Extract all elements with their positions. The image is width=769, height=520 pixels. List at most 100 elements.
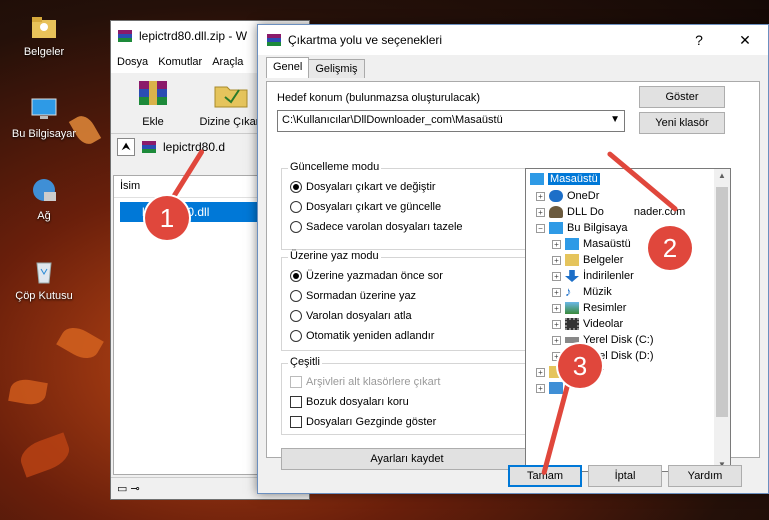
music-icon: ♪: [565, 284, 572, 299]
tree-label: Resimler: [583, 302, 627, 314]
update-option-extract-replace[interactable]: Dosyaları çıkart ve değiştir: [290, 181, 436, 193]
help-dialog-button[interactable]: Yardım: [668, 465, 742, 487]
cancel-button[interactable]: İptal: [588, 465, 662, 487]
desktop-icon-label: Bu Bilgisayar: [11, 128, 77, 140]
expand-icon[interactable]: +: [536, 207, 545, 217]
radio-selected[interactable]: [290, 181, 302, 193]
annotation-badge-3: 3: [558, 344, 602, 388]
add-button[interactable]: Ekle: [121, 77, 185, 129]
expand-icon[interactable]: +: [536, 383, 545, 393]
misc-option-keep-broken[interactable]: Bozuk dosyaları koru: [290, 396, 409, 408]
tree-node-pictures[interactable]: + Resimler: [552, 300, 626, 316]
user-icon: [549, 206, 563, 218]
radio[interactable]: [290, 330, 302, 342]
tree-node-disk-c[interactable]: + Yerel Disk (C:): [552, 332, 654, 348]
tree-label: Videolar: [583, 318, 624, 330]
add-label: Ekle: [142, 116, 164, 128]
expand-icon[interactable]: +: [552, 239, 561, 249]
tree-node-documents[interactable]: + Belgeler: [552, 252, 623, 268]
up-folder-icon[interactable]: ⮝: [117, 137, 135, 156]
destination-label: Hedef konum (bulunmazsa oluşturulacak): [277, 92, 480, 104]
menu-item-commands[interactable]: Komutlar: [158, 56, 202, 68]
network-icon: [33, 179, 56, 201]
annotation-badge-2: 2: [648, 226, 692, 270]
expand-icon[interactable]: +: [552, 303, 561, 313]
option-label: Sormadan üzerine yaz: [306, 290, 417, 302]
new-folder-button[interactable]: Yeni klasör: [639, 112, 725, 134]
winrar-app-icon: [267, 34, 281, 46]
option-label: Varolan dosyaları atla: [306, 310, 412, 322]
overwrite-option-skip[interactable]: Varolan dosyaları atla: [290, 310, 412, 322]
tree-node-music[interactable]: + ♪ Müzik: [552, 284, 612, 300]
radio[interactable]: [290, 310, 302, 322]
misc-title: Çeşitli: [288, 356, 322, 368]
leaf-decor: [16, 432, 74, 478]
tree-label: Belgeler: [583, 254, 624, 266]
radio[interactable]: [290, 201, 302, 213]
expand-icon[interactable]: +: [552, 287, 561, 297]
desktop-icon-recycle-bin[interactable]: Çöp Kutusu: [0, 256, 88, 302]
extract-to-button[interactable]: Dizine Çıkart: [199, 77, 263, 129]
option-label: Üzerine yazmadan önce sor: [306, 270, 443, 282]
scroll-up-icon[interactable]: ▲: [714, 171, 730, 180]
tree-node-desktop-sub[interactable]: + Masaüstü: [552, 236, 631, 252]
expand-icon[interactable]: +: [552, 319, 561, 329]
expand-icon[interactable]: +: [536, 191, 545, 201]
misc-option-show-explorer[interactable]: Dosyaları Gezginde göster: [290, 416, 436, 428]
collapse-icon[interactable]: −: [536, 223, 545, 233]
update-option-freshen[interactable]: Sadece varolan dosyaları tazele: [290, 221, 463, 233]
desktop-icon-label: Ağ: [37, 210, 51, 222]
tab-advanced[interactable]: Gelişmiş: [308, 59, 365, 78]
tree-node-downloads[interactable]: + İndirilenler: [552, 268, 634, 284]
overwrite-mode-group: Üzerine yaz modu Üzerine yazmadan önce s…: [281, 250, 533, 351]
update-option-extract-update[interactable]: Dosyaları çıkart ve güncelle: [290, 201, 441, 213]
radio[interactable]: [290, 221, 302, 233]
desktop-icon-documents[interactable]: Belgeler: [0, 12, 88, 58]
checkbox[interactable]: [290, 396, 302, 408]
menu-item-file[interactable]: Dosya: [117, 56, 148, 68]
help-button[interactable]: ?: [676, 25, 722, 55]
radio-selected[interactable]: [290, 270, 302, 282]
tree-node-user[interactable]: + DLL Do nader.com: [536, 204, 685, 220]
general-panel: Hedef konum (bulunmazsa oluşturulacak) C…: [266, 81, 760, 472]
checkbox-disabled[interactable]: [290, 376, 302, 388]
overwrite-option-without-prompt[interactable]: Sormadan üzerine yaz: [290, 290, 416, 302]
dialog-title-bar: Çıkartma yolu ve seçenekleri ? ✕: [258, 25, 768, 55]
desktop-icon-network[interactable]: Ağ: [0, 176, 88, 222]
tree-node-this-pc[interactable]: − Bu Bilgisaya: [536, 220, 628, 236]
option-label: Dosyaları çıkart ve güncelle: [306, 201, 442, 213]
show-button[interactable]: Göster: [639, 86, 725, 108]
radio[interactable]: [290, 290, 302, 302]
tree-node-videos[interactable]: + Videolar: [552, 316, 623, 332]
chevron-down-icon[interactable]: ▼: [610, 114, 620, 125]
misc-option-subfolders[interactable]: Arşivleri alt klasörlere çıkart: [290, 376, 440, 388]
overwrite-option-rename[interactable]: Otomatik yeniden adlandır: [290, 330, 434, 342]
annotation-badge-1: 1: [145, 196, 189, 240]
save-settings-button[interactable]: Ayarları kaydet: [281, 448, 533, 470]
archive-path: lepictrd80.d: [163, 139, 226, 154]
misc-group: Çeşitli Arşivleri alt klasörlere çıkart …: [281, 356, 533, 435]
expand-icon[interactable]: +: [536, 367, 545, 377]
overwrite-option-ask[interactable]: Üzerine yazmadan önce sor: [290, 270, 443, 282]
videos-icon: [565, 318, 579, 330]
close-icon[interactable]: ✕: [722, 25, 768, 55]
tab-general[interactable]: Genel: [266, 57, 310, 78]
tree-scrollbar[interactable]: ▲ ▼: [714, 169, 730, 471]
scroll-thumb[interactable]: [716, 187, 728, 417]
expand-icon[interactable]: +: [552, 271, 561, 281]
menu-item-tools[interactable]: Araçla: [212, 56, 243, 68]
desktop-icon-label: Belgeler: [23, 46, 65, 58]
expand-icon[interactable]: +: [552, 335, 561, 345]
checkbox[interactable]: [290, 416, 302, 428]
destination-path-input[interactable]: C:\Kullanıcılar\DllDownloader_com\Masaüs…: [277, 110, 625, 132]
tree-node-desktop[interactable]: Masaüstü: [530, 171, 600, 187]
tree-node-onedrive[interactable]: + OneDr: [536, 188, 599, 204]
desktop-icon: [530, 173, 544, 185]
overwrite-mode-title: Üzerine yaz modu: [288, 250, 381, 262]
expand-icon[interactable]: +: [552, 255, 561, 265]
tree-label: DLL Do: [567, 206, 604, 218]
dialog-tabs: Genel Gelişmiş: [266, 57, 365, 78]
option-label: Dosyaları çıkart ve değiştir: [306, 181, 436, 193]
documents-folder-icon: [32, 17, 56, 38]
desktop-icon-this-pc[interactable]: Bu Bilgisayar: [0, 94, 88, 140]
